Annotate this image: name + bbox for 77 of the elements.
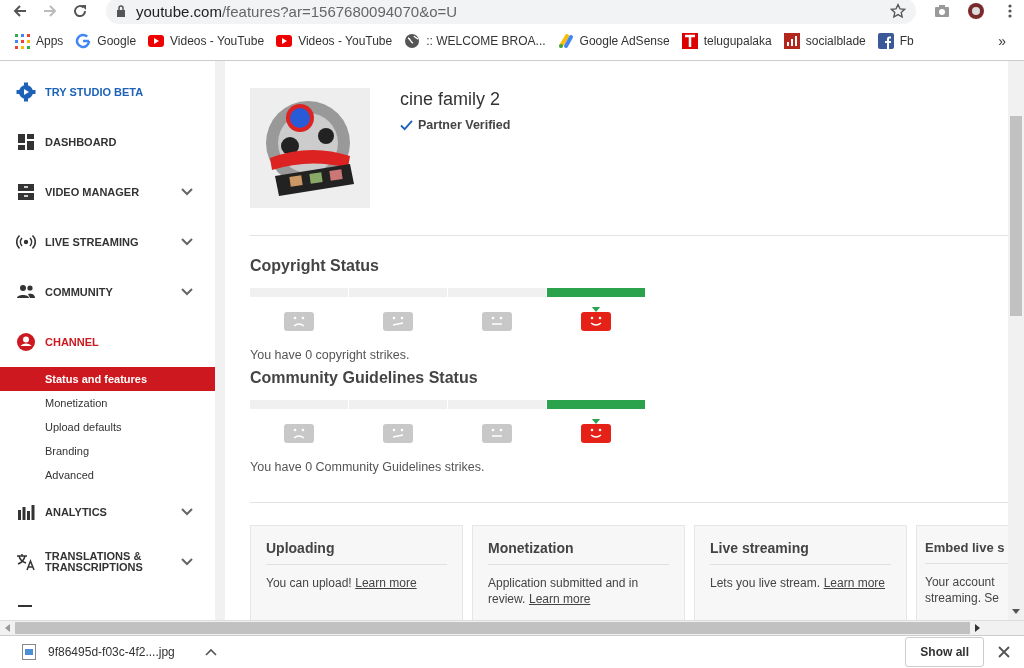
chevron-down-icon[interactable] <box>181 238 193 246</box>
sidebar-item[interactable]: LIVE STREAMING <box>0 217 215 267</box>
checkmark-icon <box>400 119 413 131</box>
sidebar-subitem[interactable]: Monetization <box>0 391 215 415</box>
globe-icon <box>404 33 421 49</box>
sidebar-item[interactable]: COMMUNITY <box>0 267 215 317</box>
card-text: Your account streaming. Se <box>925 574 1001 606</box>
status-title: Copyright Status <box>250 256 380 276</box>
bookmark[interactable]: Google AdSense <box>557 33 670 49</box>
address-bar[interactable]: youtube.com/features?ar=1567680094070&o=U <box>106 0 916 24</box>
vertical-scrollbar[interactable] <box>1008 61 1024 620</box>
download-filename[interactable]: 9f86495d-f03c-4f2....jpg <box>48 645 175 659</box>
horizontal-scrollbar[interactable] <box>0 620 1024 635</box>
gear-icon <box>16 82 36 102</box>
analytics-icon <box>16 502 36 522</box>
card-title: Uploading <box>266 540 447 565</box>
chevron-down-icon[interactable] <box>181 188 193 196</box>
show-all-button[interactable]: Show all <box>905 637 984 667</box>
person-icon <box>16 332 36 352</box>
bookmark[interactable]: Fb <box>877 33 914 49</box>
sidebar-subitem[interactable]: Branding <box>0 439 215 463</box>
scroll-right-icon[interactable] <box>975 624 980 632</box>
bookmark[interactable]: Videos - YouTube <box>148 33 265 49</box>
bookmark[interactable]: Google <box>75 33 137 49</box>
sidebar-subitem[interactable]: Advanced <box>0 463 215 487</box>
sidebar-item[interactable]: DASHBOARD <box>0 117 215 167</box>
play-icon <box>148 33 165 49</box>
sidebar-item[interactable]: ANALYTICS <box>0 487 215 537</box>
star-icon[interactable] <box>890 3 906 19</box>
card-text: You can upload! Learn more <box>266 575 418 591</box>
bookmark[interactable]: socialblade <box>783 33 866 49</box>
card-text: Lets you live stream. Learn more <box>710 575 886 591</box>
learn-more-link[interactable]: Learn more <box>823 576 885 590</box>
sidebar-item[interactable]: CHANNEL <box>0 317 215 367</box>
learn-more-link[interactable]: Learn more <box>355 576 417 590</box>
bar-chart-icon <box>783 33 800 49</box>
card-title: Live streaming <box>710 540 891 565</box>
dashboard-icon <box>16 132 36 152</box>
google-g-icon <box>75 33 92 49</box>
more-bookmarks[interactable]: » <box>998 33 1006 49</box>
sidebar-item[interactable]: TRY STUDIO BETA <box>0 67 215 117</box>
apps-grid-icon <box>14 33 30 49</box>
channel-name: cine family 2 <box>400 88 502 110</box>
bookmark[interactable]: Apps <box>14 33 64 49</box>
caret-up-icon[interactable] <box>204 648 217 656</box>
learn-more-link[interactable]: Learn more <box>528 592 591 606</box>
sidebar-subitem[interactable]: Upload defaults <box>0 415 215 439</box>
profile-avatar-icon[interactable] <box>968 3 984 19</box>
status-title: Community Guidelines Status <box>250 368 479 388</box>
bookmark[interactable]: telugupalaka <box>681 33 772 49</box>
card-title: Monetization <box>488 540 669 565</box>
adsense-icon <box>557 33 574 49</box>
bookmark[interactable]: :: WELCOME BROA... <box>404 33 546 49</box>
back-icon[interactable] <box>12 3 28 19</box>
close-icon[interactable] <box>998 646 1010 658</box>
card-text: Application submitted and in review. Learn more <box>488 575 640 607</box>
sidebar-item[interactable]: TRANSLATIONS & TRANSCRIPTIONS <box>0 537 215 587</box>
camera-icon[interactable] <box>934 3 950 19</box>
manager-icon <box>16 182 36 202</box>
scroll-down-icon[interactable] <box>1012 609 1020 614</box>
bookmark[interactable]: Videos - YouTube <box>276 33 393 49</box>
play-icon <box>276 33 293 49</box>
status-message: You have 0 Community Guidelines strikes. <box>250 460 486 474</box>
sidebar-subitem[interactable]: Status and features <box>0 367 215 391</box>
live-icon <box>16 232 36 252</box>
chevron-down-icon[interactable] <box>181 558 193 566</box>
sidebar-item[interactable]: VIDEO MANAGER <box>0 167 215 217</box>
verified-label: Partner Verified <box>418 118 511 132</box>
reload-icon[interactable] <box>72 3 88 19</box>
lock-icon <box>116 5 126 17</box>
facebook-icon <box>877 33 894 49</box>
chevron-down-icon[interactable] <box>181 288 193 296</box>
tile-icon <box>681 33 698 49</box>
translate-icon <box>16 552 36 572</box>
status-message: You have 0 copyright strikes. <box>250 348 411 362</box>
image-file-icon <box>22 644 36 660</box>
chevron-down-icon[interactable] <box>181 508 193 516</box>
